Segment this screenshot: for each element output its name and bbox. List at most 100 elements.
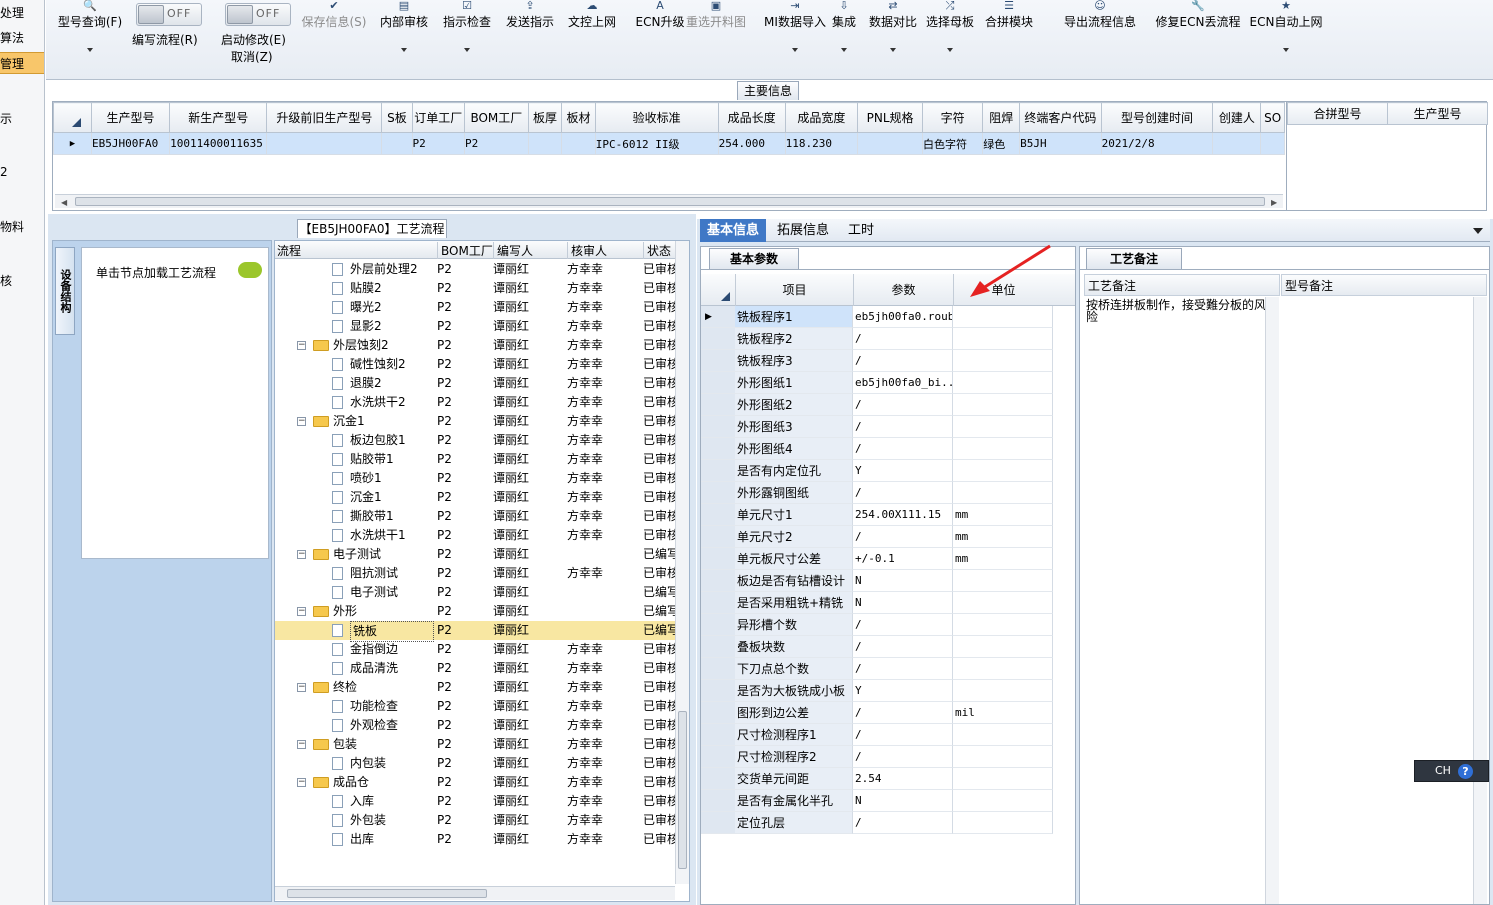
tree-node[interactable]: − 包装 P2 谭丽红 方幸幸 已审核 xyxy=(275,735,675,754)
table-cell[interactable]: 10011400011635 xyxy=(169,132,268,155)
param-value[interactable]: Y xyxy=(853,680,953,702)
tree-node[interactable]: 功能检查 P2 谭丽红 方幸幸 已审核 xyxy=(275,697,675,716)
params-row[interactable]: 交货单元间距 2.54 xyxy=(701,768,1075,790)
param-value[interactable]: / xyxy=(853,658,953,680)
tree-node[interactable]: 显影2 P2 谭丽红 方幸幸 已审核 xyxy=(275,317,675,336)
collapse-icon[interactable]: − xyxy=(297,607,306,616)
column-header[interactable]: 创建人 xyxy=(1212,102,1262,133)
dropdown-arrow-icon[interactable] xyxy=(792,48,798,52)
param-value[interactable]: / xyxy=(853,636,953,658)
params-row[interactable]: 是否为大板铣成小板 Y xyxy=(701,680,1075,702)
table-row[interactable]: ▶ EB5JH00FA0 10011400011635 P2 P2 IPC-6012 II… xyxy=(53,132,1285,155)
model-remark-vscrollbar[interactable] xyxy=(1473,297,1487,904)
toggle-switch[interactable]: OFF xyxy=(225,3,291,26)
param-unit[interactable] xyxy=(953,438,1053,460)
dropdown-arrow-icon[interactable] xyxy=(87,48,93,52)
param-unit[interactable]: mil xyxy=(953,702,1053,724)
toolbar-button[interactable]: ☁ 文控上网 xyxy=(562,0,622,62)
tree-column-header[interactable]: 编写人 xyxy=(493,242,533,259)
tree-node[interactable]: − 外层蚀刻2 P2 谭丽红 方幸幸 已审核 xyxy=(275,336,675,355)
params-row[interactable]: 板边是否有钻槽设计 N xyxy=(701,570,1075,592)
param-unit[interactable] xyxy=(953,592,1053,614)
param-unit[interactable] xyxy=(953,768,1053,790)
param-unit[interactable] xyxy=(953,724,1053,746)
table-cell[interactable]: P2 xyxy=(411,132,466,155)
table-cell[interactable]: 118.230 xyxy=(784,132,859,155)
table-cell[interactable] xyxy=(1260,132,1285,155)
tree-node[interactable]: 入库 P2 谭丽红 方幸幸 已审核 xyxy=(275,792,675,811)
toolbar-button[interactable]: ✔ 保存信息(S) xyxy=(286,0,382,62)
param-value[interactable]: / xyxy=(853,350,953,372)
dropdown-arrow-icon[interactable] xyxy=(890,48,896,52)
tree-node[interactable]: − 外形 P2 谭丽红 已编写 xyxy=(275,602,675,621)
process-remark-text[interactable]: 按桥连拼板制作，接受難分板的风险 xyxy=(1086,299,1266,323)
tree-node[interactable]: 撕胶带1 P2 谭丽红 方幸幸 已审核 xyxy=(275,507,675,526)
table-cell[interactable] xyxy=(857,132,923,155)
ime-indicator[interactable]: CH ? xyxy=(1414,760,1489,782)
params-row[interactable]: 叠板块数 / xyxy=(701,636,1075,658)
column-header[interactable]: 板厚 xyxy=(527,102,563,133)
collapse-icon[interactable]: − xyxy=(297,740,306,749)
param-value[interactable]: Y xyxy=(853,460,953,482)
tree-node[interactable]: 碱性蚀刻2 P2 谭丽红 方幸幸 已审核 xyxy=(275,355,675,374)
param-unit[interactable] xyxy=(953,306,1053,328)
dropdown-arrow-icon[interactable] xyxy=(1283,48,1289,52)
column-header[interactable]: 生产型号 xyxy=(1387,102,1488,125)
tree-column-header[interactable]: 流程 xyxy=(277,242,301,259)
param-value[interactable]: +/-0.1 xyxy=(853,548,953,570)
params-column-header[interactable]: 项目 xyxy=(735,274,853,306)
column-header[interactable]: 生产型号 xyxy=(90,102,171,133)
param-value[interactable]: / xyxy=(853,328,953,350)
grid-corner[interactable] xyxy=(53,102,92,133)
param-value[interactable]: 254.00X111.15 xyxy=(853,504,953,526)
param-unit[interactable] xyxy=(953,570,1053,592)
toolbar-button[interactable]: ★ ECN自动上网 xyxy=(1238,0,1334,62)
table-cell[interactable]: IPC-6012 II级 xyxy=(594,132,719,155)
tree-node[interactable]: 外观检查 P2 谭丽红 方幸幸 已审核 xyxy=(275,716,675,735)
nav-item[interactable]: 核 xyxy=(0,270,44,292)
tree-node[interactable]: 曝光2 P2 谭丽红 方幸幸 已审核 xyxy=(275,298,675,317)
param-value[interactable]: / xyxy=(853,438,953,460)
param-value[interactable]: 2.54 xyxy=(853,768,953,790)
column-header[interactable]: 合拼型号 xyxy=(1287,102,1388,125)
param-unit[interactable] xyxy=(953,746,1053,768)
collapse-icon[interactable]: − xyxy=(297,683,306,692)
param-unit[interactable] xyxy=(953,416,1053,438)
table-cell[interactable]: EB5JH00FA0 xyxy=(90,132,171,155)
nav-item[interactable]: 处理 xyxy=(0,2,44,24)
params-row[interactable]: 单元尺寸1 254.00X111.15 mm xyxy=(701,504,1075,526)
column-header[interactable]: BOM工厂 xyxy=(464,102,529,133)
params-row[interactable]: 定位孔层 / xyxy=(701,812,1075,834)
table-cell[interactable]: 2021/2/8 xyxy=(1100,132,1214,155)
toolbar-button[interactable]: ⇥ MI数据导入 xyxy=(753,0,837,62)
tree-node[interactable]: 铣板 P2 谭丽红 已编写 xyxy=(275,621,675,642)
toolbar-button[interactable]: 🔍 型号查询(F) xyxy=(42,0,138,62)
process-remark-vscrollbar[interactable] xyxy=(1265,297,1279,904)
params-row[interactable]: 异形槽个数 / xyxy=(701,614,1075,636)
tree-column-header[interactable]: 核审人 xyxy=(567,242,607,259)
tab-equipment-structure[interactable]: 设备结构 xyxy=(55,247,75,335)
toolbar-button[interactable]: ☺ 导出流程信息 xyxy=(1058,0,1142,62)
collapse-icon[interactable]: − xyxy=(297,417,306,426)
param-value[interactable]: N xyxy=(853,790,953,812)
tree-node[interactable]: 金指倒边 P2 谭丽红 方幸幸 已审核 xyxy=(275,640,675,659)
scroll-right-arrow-icon[interactable]: ▶ xyxy=(1271,198,1277,207)
tree-node[interactable]: 板边包胶1 P2 谭丽红 方幸幸 已审核 xyxy=(275,431,675,450)
table-cell[interactable]: P2 xyxy=(464,132,529,155)
tree-node[interactable]: 电子测试 P2 谭丽红 已编写 xyxy=(275,583,675,602)
param-unit[interactable]: mm xyxy=(953,504,1053,526)
param-unit[interactable] xyxy=(953,394,1053,416)
params-row[interactable]: 外形图纸4/ xyxy=(701,438,1075,460)
scroll-thumb[interactable] xyxy=(678,711,687,869)
params-column-header[interactable]: 参数 xyxy=(853,274,953,306)
tree-node[interactable]: 喷砂1 P2 谭丽红 方幸幸 已审核 xyxy=(275,469,675,488)
tree-node[interactable]: 水洗烘干1 P2 谭丽红 方幸幸 已审核 xyxy=(275,526,675,545)
tree-node[interactable]: 成品清洗 P2 谭丽红 方幸幸 已审核 xyxy=(275,659,675,678)
tree-node[interactable]: 阻抗测试 P2 谭丽红 方幸幸 已审核 xyxy=(275,564,675,583)
column-header[interactable]: 成品宽度 xyxy=(784,102,859,133)
tab-extended-info[interactable]: 拓展信息 xyxy=(768,219,838,242)
param-value[interactable]: N xyxy=(853,592,953,614)
main-grid-hscrollbar[interactable]: ◀ ▶ xyxy=(55,194,1283,208)
tree-node[interactable]: 退膜2 P2 谭丽红 方幸幸 已审核 xyxy=(275,374,675,393)
tree-node[interactable]: 贴膜2 P2 谭丽红 方幸幸 已审核 xyxy=(275,279,675,298)
